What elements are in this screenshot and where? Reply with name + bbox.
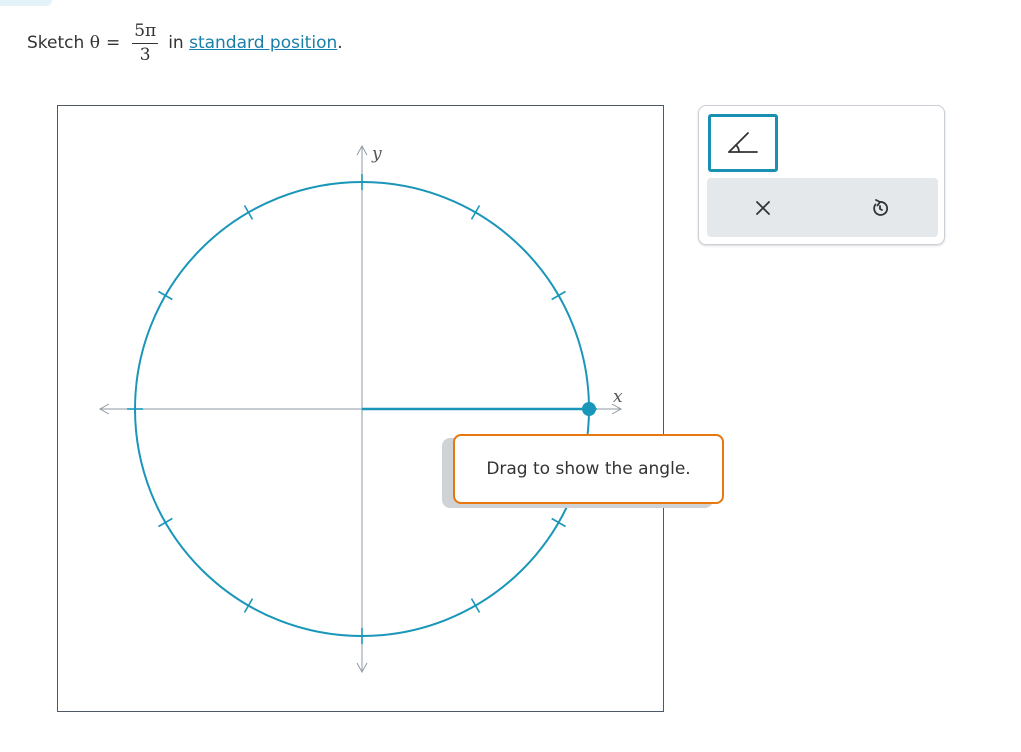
problem-prompt: Sketch θ = 5π 3 in standard position .: [27, 13, 343, 73]
action-bar: [707, 178, 938, 237]
theta-symbol: θ: [89, 33, 100, 53]
angle-icon: [728, 132, 758, 153]
tool-panel: [698, 105, 945, 245]
equals-sign: =: [105, 33, 121, 53]
angle-tool-button[interactable]: [708, 114, 778, 172]
drag-hint-tooltip: Drag to show the angle.: [453, 434, 724, 504]
graph-svg: y x: [98, 144, 623, 674]
circle-tick: [470, 205, 481, 220]
circle-tick: [243, 598, 254, 613]
graph-canvas[interactable]: y x: [57, 105, 664, 712]
delete-button[interactable]: [733, 178, 793, 237]
tooltip-text: Drag to show the angle.: [486, 459, 691, 479]
angle-drag-handle[interactable]: [582, 402, 596, 416]
prompt-suffix: .: [337, 33, 343, 53]
fraction-denominator: 3: [139, 45, 151, 65]
prompt-prefix: Sketch: [27, 33, 85, 53]
top-accent-bar: [0, 0, 52, 6]
fraction-numerator: 5π: [132, 21, 159, 44]
x-axis-label: x: [613, 387, 623, 407]
circle-tick: [158, 290, 173, 301]
circle-tick: [158, 517, 173, 528]
standard-position-link[interactable]: standard position: [189, 33, 337, 53]
undo-icon: [873, 198, 889, 216]
close-icon: [756, 200, 770, 215]
prompt-middle: in: [168, 33, 184, 53]
y-axis-label: y: [371, 144, 382, 164]
circle-tick: [551, 290, 566, 301]
angle-fraction: 5π 3: [132, 21, 159, 65]
circle-tick: [470, 598, 481, 613]
reset-button[interactable]: [850, 178, 910, 237]
circle-tick: [243, 205, 254, 220]
circle-tick: [551, 517, 566, 528]
